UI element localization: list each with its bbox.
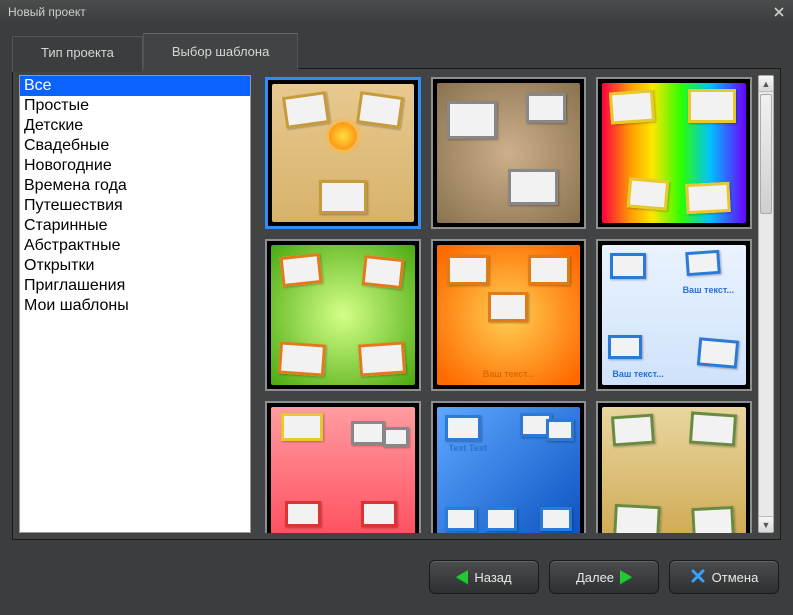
back-button[interactable]: Назад (429, 560, 539, 594)
template-thumb[interactable] (265, 239, 421, 391)
template-thumb[interactable]: Text Text Text Text (431, 401, 587, 533)
thumb-preview (437, 83, 581, 223)
window-title: Новый проект (8, 5, 86, 19)
category-item[interactable]: Открытки (20, 256, 250, 276)
tab-bar: Тип проекта Выбор шаблона (0, 24, 793, 68)
category-item[interactable]: Детские (20, 116, 250, 136)
category-item[interactable]: Все (20, 76, 250, 96)
template-gallery: Ваш текст... Ваш текст... Ваш текст... (263, 75, 754, 533)
category-item[interactable]: Новогодние (20, 156, 250, 176)
template-thumb[interactable]: Ваш текст... Ваш текст... (596, 239, 752, 391)
footer-buttons: Назад Далее Отмена (0, 550, 793, 594)
next-button[interactable]: Далее (549, 560, 659, 594)
thumb-caption: Ваш текст... (683, 285, 734, 295)
scroll-down-button[interactable]: ▼ (759, 516, 773, 532)
main-panel: Все Простые Детские Свадебные Новогодние… (12, 68, 781, 540)
template-thumb[interactable] (431, 77, 587, 229)
button-label: Назад (474, 570, 511, 585)
gallery-wrap: Ваш текст... Ваш текст... Ваш текст... (263, 75, 774, 533)
category-item[interactable]: Старинные (20, 216, 250, 236)
tab-project-type[interactable]: Тип проекта (12, 36, 143, 72)
template-thumb[interactable] (265, 77, 421, 229)
thumb-preview: Text Text (271, 407, 415, 533)
thumb-preview (602, 83, 746, 223)
category-item[interactable]: Абстрактные (20, 236, 250, 256)
category-list[interactable]: Все Простые Детские Свадебные Новогодние… (19, 75, 251, 533)
thumb-preview: Ваш текст... (437, 245, 581, 385)
template-thumb[interactable] (596, 77, 752, 229)
tab-template-select[interactable]: Выбор шаблона (143, 33, 298, 69)
titlebar: Новый проект (0, 0, 793, 24)
category-item[interactable]: Путешествия (20, 196, 250, 216)
arrow-right-icon (620, 570, 632, 584)
thumb-caption: Ваш текст... (612, 369, 663, 379)
category-item[interactable]: Времена года (20, 176, 250, 196)
close-icon[interactable] (771, 4, 787, 20)
thumb-preview: Ваш текст... Ваш текст... (602, 245, 746, 385)
button-label: Далее (576, 570, 614, 585)
thumb-preview: Text Text Text Text (437, 407, 581, 533)
gallery-scrollbar[interactable]: ▲ ▼ (758, 75, 774, 533)
template-thumb[interactable]: Ваш текст... (431, 239, 587, 391)
arrow-left-icon (456, 570, 468, 584)
category-item[interactable]: Простые (20, 96, 250, 116)
thumb-caption: Text Text (449, 443, 487, 453)
category-item[interactable]: Мои шаблоны (20, 296, 250, 316)
scroll-up-button[interactable]: ▲ (759, 76, 773, 92)
thumb-preview (602, 407, 746, 533)
category-item[interactable]: Приглашения (20, 276, 250, 296)
cancel-button[interactable]: Отмена (669, 560, 779, 594)
button-label: Отмена (712, 570, 759, 585)
cancel-x-icon (690, 568, 706, 587)
thumb-preview (271, 245, 415, 385)
sun-icon (329, 122, 357, 150)
template-thumb[interactable] (596, 401, 752, 533)
category-item[interactable]: Свадебные (20, 136, 250, 156)
thumb-preview (272, 84, 414, 222)
thumb-caption: Ваш текст... (483, 369, 534, 379)
scroll-handle[interactable] (760, 94, 772, 214)
template-thumb[interactable]: Text Text (265, 401, 421, 533)
